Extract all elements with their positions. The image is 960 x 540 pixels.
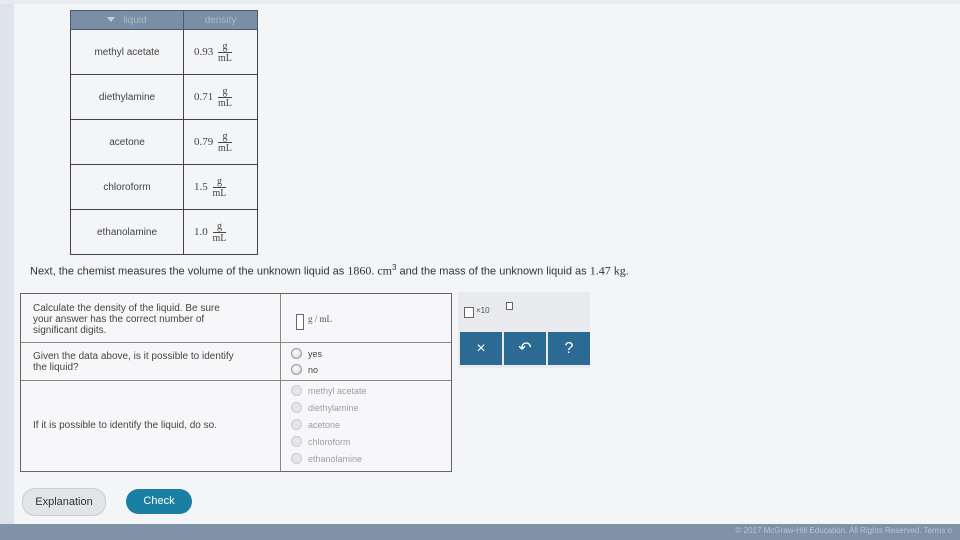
unit-fraction: g mL bbox=[218, 40, 232, 64]
unit-fraction: g mL bbox=[212, 220, 227, 244]
acetone-label: acetone bbox=[308, 420, 341, 430]
density-unit-label: g / mL bbox=[308, 314, 332, 324]
density-question-row: Calculate the density of the liquid. Be … bbox=[21, 294, 451, 343]
copyright-text: © 2017 McGraw-Hill Education. All Rights… bbox=[735, 526, 953, 535]
math-tool-panel: ×10 × ↶ ? bbox=[458, 292, 590, 368]
methyl-acetate-label: methyl acetate bbox=[308, 386, 367, 396]
identify-question: Given the data above, is it possible to … bbox=[33, 351, 234, 373]
scientific-notation-button[interactable] bbox=[464, 307, 474, 318]
table-row: methyl acetate 0.93 g mL bbox=[70, 29, 258, 75]
density-value: 0.71 g mL bbox=[183, 74, 258, 120]
density-value: 0.93 g mL bbox=[183, 29, 258, 75]
density-value: 0.79 g mL bbox=[183, 119, 258, 165]
diethylamine-label: diethylamine bbox=[308, 403, 359, 413]
table-row: ethanolamine 1.0 g mL bbox=[70, 209, 258, 255]
footer-bar: © 2017 McGraw-Hill Education. All Rights… bbox=[0, 524, 960, 540]
liquid-name: diethylamine bbox=[70, 74, 184, 120]
clear-button[interactable]: × bbox=[460, 332, 502, 365]
unit-fraction: g mL bbox=[212, 175, 227, 199]
scientific-notation-label: ×10 bbox=[476, 306, 490, 315]
yes-option-label: yes bbox=[308, 349, 323, 359]
problem-statement: Next, the chemist measures the volume of… bbox=[30, 263, 629, 278]
no-radio[interactable] bbox=[291, 364, 302, 375]
no-option-label: no bbox=[308, 365, 319, 375]
explanation-button[interactable]: Explanation bbox=[22, 488, 106, 516]
chloroform-radio[interactable] bbox=[291, 436, 302, 447]
methyl-acetate-radio[interactable] bbox=[291, 385, 302, 396]
select-liquid-question: If it is possible to identify the liquid… bbox=[33, 420, 217, 431]
select-liquid-row: If it is possible to identify the liquid… bbox=[21, 380, 451, 470]
help-button[interactable]: ? bbox=[548, 332, 590, 365]
ethanolamine-radio[interactable] bbox=[291, 453, 302, 464]
table-row: diethylamine 0.71 g mL bbox=[70, 74, 258, 120]
identify-question-row: Given the data above, is it possible to … bbox=[21, 342, 451, 381]
density-column-header: density bbox=[183, 10, 258, 30]
liquid-column-header[interactable]: liquid bbox=[70, 10, 184, 30]
undo-button[interactable]: ↶ bbox=[504, 332, 546, 365]
exponent-box-icon bbox=[506, 302, 513, 310]
check-button[interactable]: Check bbox=[126, 489, 192, 514]
liquid-name: methyl acetate bbox=[70, 29, 184, 75]
liquid-name: chloroform bbox=[70, 164, 184, 210]
sort-down-icon[interactable] bbox=[107, 17, 116, 23]
yes-radio[interactable] bbox=[291, 348, 302, 359]
density-value: 1.0 g mL bbox=[183, 209, 258, 255]
liquid-name: acetone bbox=[70, 119, 184, 165]
density-table: liquid density methyl acetate 0.93 g mL d… bbox=[70, 10, 258, 255]
acetone-radio[interactable] bbox=[291, 419, 302, 430]
ethanolamine-label: ethanolamine bbox=[308, 454, 363, 464]
answer-grid: Calculate the density of the liquid. Be … bbox=[20, 293, 452, 472]
density-question: Calculate the density of the liquid. Be … bbox=[33, 303, 220, 336]
table-row: chloroform 1.5 g mL bbox=[70, 164, 258, 210]
unit-fraction: g mL bbox=[218, 130, 232, 154]
table-header-row: liquid density bbox=[70, 10, 258, 30]
density-value: 1.5 g mL bbox=[183, 164, 258, 210]
unit-fraction: g mL bbox=[218, 85, 232, 109]
diethylamine-radio[interactable] bbox=[291, 402, 302, 413]
table-row: acetone 0.79 g mL bbox=[70, 119, 258, 165]
density-answer-input[interactable] bbox=[296, 314, 304, 330]
chloroform-label: chloroform bbox=[308, 437, 351, 447]
liquid-name: ethanolamine bbox=[70, 209, 184, 255]
